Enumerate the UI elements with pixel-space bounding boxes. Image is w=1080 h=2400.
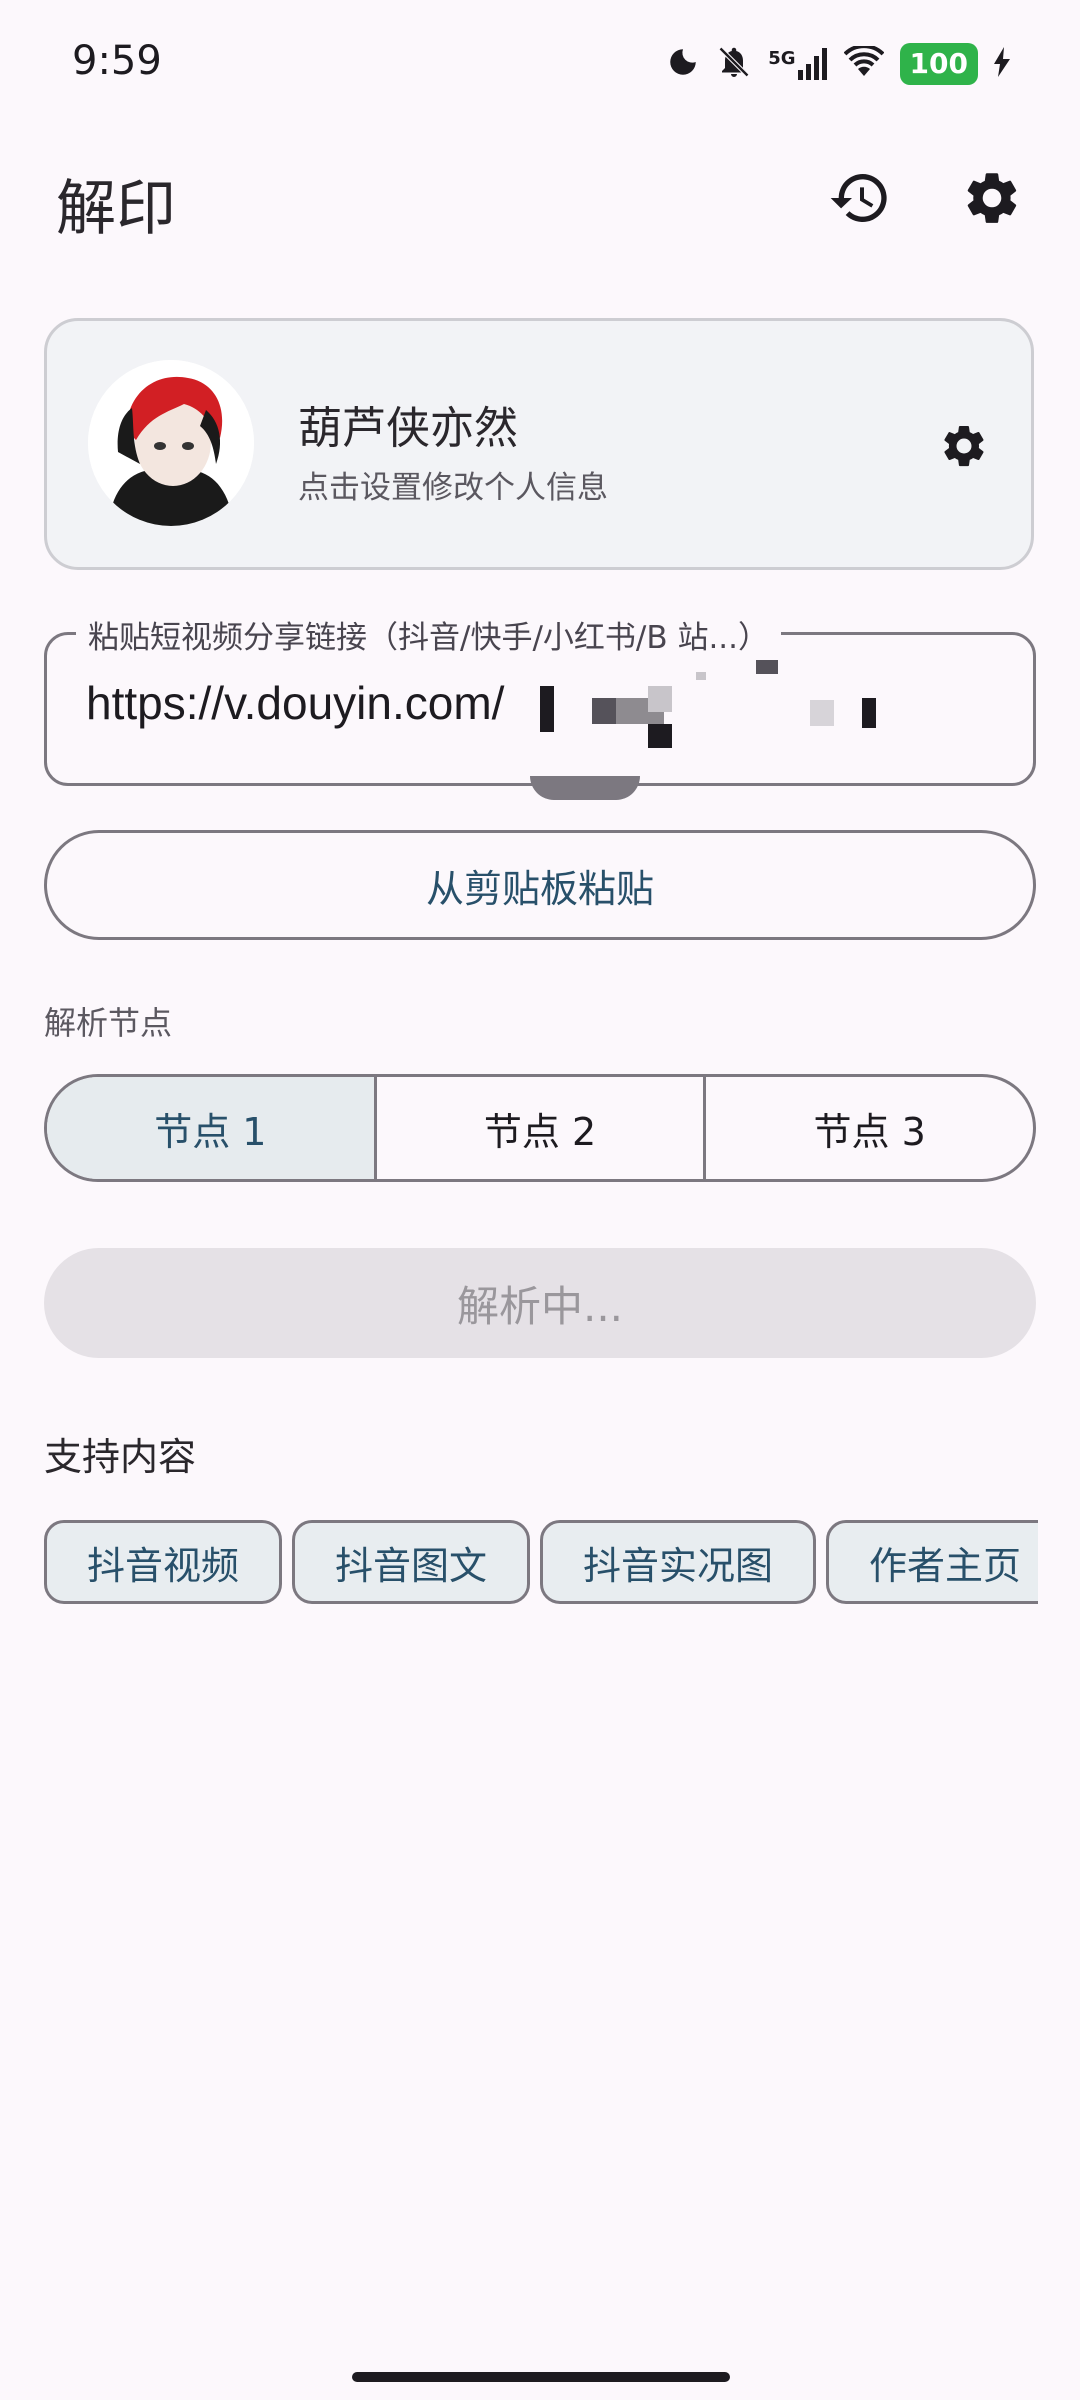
redaction-mosaic xyxy=(540,658,880,758)
support-chip[interactable]: 抖音图文 xyxy=(292,1520,531,1604)
node-selector: 节点 1 节点 2 节点 3 xyxy=(44,1074,1036,1182)
support-chip[interactable]: 作者主页 xyxy=(826,1520,1038,1604)
parse-button[interactable]: 解析中... xyxy=(44,1248,1036,1358)
settings-button[interactable] xyxy=(952,160,1032,240)
wifi-icon xyxy=(843,44,884,82)
charging-icon xyxy=(994,47,1010,81)
profile-settings-button[interactable] xyxy=(932,416,996,480)
home-indicator[interactable] xyxy=(352,2372,730,2382)
bell-off-icon xyxy=(716,44,752,84)
app-title: 解印 xyxy=(56,174,176,244)
profile-name: 葫芦侠亦然 xyxy=(298,403,518,454)
support-chip[interactable]: 抖音实况图 xyxy=(540,1520,817,1604)
url-field-label: 粘贴短视频分享链接（抖音/快手/小红书/B 站...） xyxy=(76,612,782,657)
signal-icon: 5G xyxy=(768,48,827,80)
history-icon xyxy=(828,166,892,234)
avatar xyxy=(88,360,254,526)
support-title: 支持内容 xyxy=(44,1435,197,1479)
battery-indicator: 100 xyxy=(899,43,978,85)
support-chip-list[interactable]: 抖音视频 抖音图文 抖音实况图 作者主页 xyxy=(44,1520,1038,1610)
gear-icon xyxy=(939,421,989,475)
node-section-label: 解析节点 xyxy=(44,1004,173,1042)
support-chip[interactable]: 抖音视频 xyxy=(44,1520,283,1604)
moon-icon xyxy=(666,45,700,83)
node-option-1[interactable]: 节点 1 xyxy=(47,1077,374,1179)
status-icons: 5G 100 xyxy=(666,40,1010,88)
settings-icon xyxy=(961,167,1023,233)
status-time: 9:59 xyxy=(72,38,162,84)
node-option-2[interactable]: 节点 2 xyxy=(373,1077,704,1179)
paste-from-clipboard-button[interactable]: 从剪贴板粘贴 xyxy=(44,830,1036,940)
network-type: 5G xyxy=(768,48,796,69)
profile-subtitle: 点击设置修改个人信息 xyxy=(298,470,608,506)
history-button[interactable] xyxy=(820,160,900,240)
node-option-3[interactable]: 节点 3 xyxy=(703,1077,1033,1179)
redaction-smudge xyxy=(530,776,640,800)
